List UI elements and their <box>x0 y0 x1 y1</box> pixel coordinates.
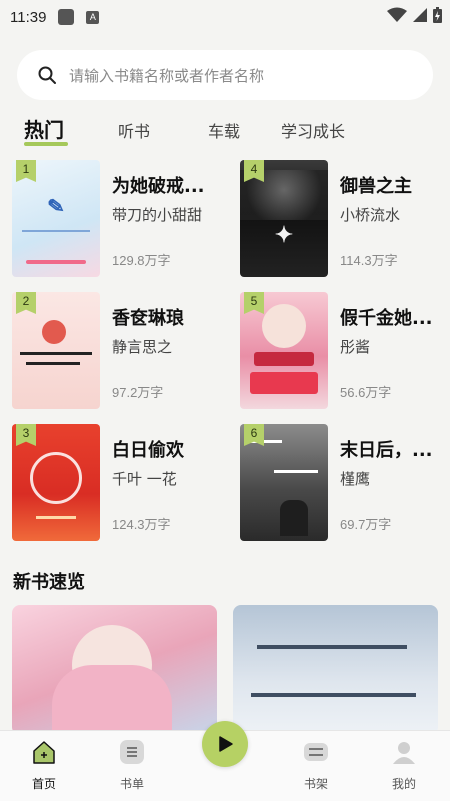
book-item[interactable]: ✎ 1 为她破戒... 带刀的小甜甜 129.8万字 <box>12 160 222 278</box>
play-icon <box>219 736 233 752</box>
book-title: 御兽之主 <box>340 176 412 197</box>
play-button[interactable] <box>202 721 248 767</box>
notification-icon <box>58 9 75 25</box>
book-item[interactable]: 3 白日偷欢 千叶 一花 124.3万字 <box>12 424 222 542</box>
book-author: 小桥流水 <box>340 206 401 224</box>
book-item[interactable]: ✦ 4 御兽之主 小桥流水 114.3万字 <box>240 160 450 278</box>
nav-home-label: 首页 <box>31 777 56 791</box>
category-tabs: 热门 听书 车载 学习成长 <box>0 110 450 154</box>
home-icon <box>33 741 55 764</box>
active-tab-indicator <box>24 142 68 146</box>
tab-car[interactable]: 车载 <box>208 118 240 142</box>
search-input[interactable]: 请输入书籍名称或者作者名称 <box>17 50 433 100</box>
new-book-card[interactable] <box>12 605 217 735</box>
book-author: 彤酱 <box>340 338 371 356</box>
new-book-card[interactable] <box>233 605 438 735</box>
book-item[interactable]: 5 假千金她... 彤酱 56.6万字 <box>240 292 450 410</box>
profile-icon <box>393 742 415 764</box>
book-word-count: 56.6万字 <box>340 385 392 400</box>
tab-audiobook[interactable]: 听书 <box>118 118 150 142</box>
book-word-count: 114.3万字 <box>340 253 398 268</box>
nav-home[interactable]: 首页 <box>14 735 74 792</box>
nav-bookshelf-label: 书架 <box>303 777 328 791</box>
tab-learning[interactable]: 学习成长 <box>281 118 345 142</box>
section-title-new-books: 新书速览 <box>13 572 85 593</box>
bookshelf-icon <box>304 743 328 761</box>
bottom-nav: 首页 书单 书架 我的 <box>0 721 450 801</box>
book-title: 末日后，... <box>340 440 433 461</box>
battery-icon <box>433 7 442 23</box>
search-placeholder: 请输入书籍名称或者作者名称 <box>69 66 265 85</box>
book-word-count: 129.8万字 <box>112 253 171 268</box>
status-time: 11:39 <box>10 8 47 26</box>
tab-hot[interactable]: 热门 <box>24 114 64 143</box>
nav-profile[interactable]: 我的 <box>374 735 434 792</box>
book-title: 白日偷欢 <box>112 440 184 461</box>
book-author: 槿鹰 <box>340 470 371 488</box>
list-icon <box>120 740 144 764</box>
book-item[interactable]: 2 香奁琳琅 静言思之 97.2万字 <box>12 292 222 410</box>
signal-icon <box>413 8 427 22</box>
status-bar: 11:39 A <box>0 0 450 34</box>
book-author: 静言思之 <box>112 338 173 356</box>
book-title: 假千金她... <box>340 308 433 329</box>
app-notification-icon: A <box>86 10 100 24</box>
nav-booklist[interactable]: 书单 <box>102 735 162 792</box>
book-item[interactable]: 6 末日后，... 槿鹰 69.7万字 <box>240 424 450 542</box>
nav-profile-label: 我的 <box>391 777 416 791</box>
book-word-count: 69.7万字 <box>340 517 392 532</box>
nav-bookshelf[interactable]: 书架 <box>286 735 346 792</box>
nav-booklist-label: 书单 <box>119 777 144 791</box>
book-title: 香奁琳琅 <box>112 308 184 329</box>
book-author: 千叶 一花 <box>112 470 177 488</box>
book-word-count: 124.3万字 <box>112 517 171 532</box>
book-author: 带刀的小甜甜 <box>112 206 203 224</box>
book-title: 为她破戒... <box>112 176 205 197</box>
wifi-icon <box>387 7 407 22</box>
search-icon <box>38 66 56 84</box>
book-word-count: 97.2万字 <box>112 385 164 400</box>
